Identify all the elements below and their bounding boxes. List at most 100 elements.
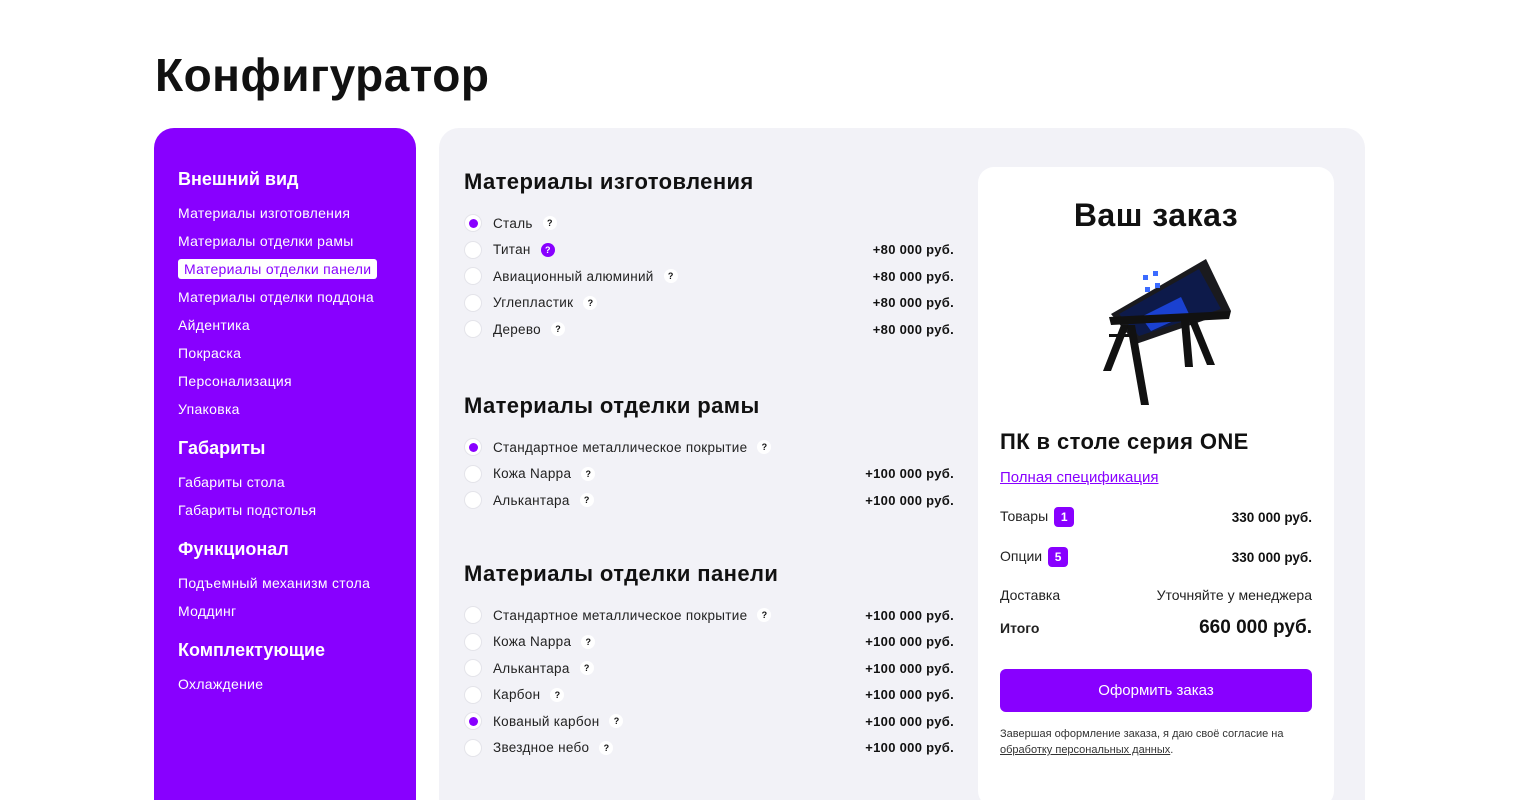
sidebar-item[interactable]: Материалы отделки рамы: [178, 227, 416, 255]
sidebar-item-label: Материалы отделки рамы: [178, 233, 354, 249]
option-label: Кованый карбон: [493, 713, 600, 729]
help-icon[interactable]: ?: [540, 242, 555, 257]
option-price: +100 000 руб.: [865, 466, 954, 482]
order-summary-card: Ваш заказ ПК в столе серия ONE Полная сп…: [978, 167, 1334, 800]
delivery-row: Доставка Уточняйте у менеджера: [1000, 587, 1312, 603]
option-price: +100 000 руб.: [865, 687, 954, 703]
options-value: 330 000 руб.: [1231, 549, 1312, 565]
option-price: +100 000 руб.: [865, 740, 954, 756]
radio-button[interactable]: [464, 659, 482, 678]
option-row[interactable]: Стандартное металлическое покрытие? +100 …: [464, 602, 954, 629]
sidebar-item-label: Материалы изготовления: [178, 205, 351, 221]
sidebar: Внешний вид Материалы изготовления Материа…: [154, 128, 416, 800]
help-icon[interactable]: ?: [579, 493, 594, 508]
sidebar-item[interactable]: Покраска: [178, 339, 416, 367]
sidebar-item-label: Габариты стола: [178, 474, 285, 490]
radio-button[interactable]: [464, 214, 482, 233]
help-icon[interactable]: ?: [757, 608, 772, 623]
personal-data-link[interactable]: обработку персональных данных: [1000, 744, 1170, 756]
radio-button[interactable]: [464, 491, 482, 510]
option-label: Кожа Nappa: [493, 634, 572, 650]
option-label: Дерево: [493, 321, 541, 337]
option-row[interactable]: Стандартное металлическое покрытие?: [464, 434, 954, 461]
option-row[interactable]: Кожа Nappa? +100 000 руб.: [464, 629, 954, 656]
help-icon[interactable]: ?: [550, 687, 565, 702]
radio-button[interactable]: [464, 632, 482, 651]
option-label: Титан: [493, 242, 531, 258]
option-label: Сталь: [493, 215, 533, 231]
delivery-value: Уточняйте у менеджера: [1156, 587, 1312, 603]
radio-button[interactable]: [464, 464, 482, 483]
option-price: +100 000 руб.: [865, 660, 954, 676]
option-label: Звездное небо: [493, 740, 590, 756]
help-icon[interactable]: ?: [757, 440, 772, 455]
option-row[interactable]: Титан? +80 000 руб.: [464, 237, 954, 264]
radio-button[interactable]: [464, 438, 482, 457]
help-icon[interactable]: ?: [663, 269, 678, 284]
sidebar-item[interactable]: Подъемный механизм стола: [178, 569, 416, 597]
option-row[interactable]: Кованый карбон? +100 000 руб.: [464, 708, 954, 735]
page-title: Конфигуратор: [155, 49, 490, 101]
sidebar-item[interactable]: Габариты подстолья: [178, 496, 416, 524]
radio-button[interactable]: [464, 240, 482, 259]
help-icon[interactable]: ?: [551, 322, 565, 337]
help-icon[interactable]: ?: [583, 295, 598, 310]
sidebar-item-label: Подъемный механизм стола: [178, 575, 371, 591]
option-row[interactable]: Карбон? +100 000 руб.: [464, 682, 954, 709]
sidebar-group: Комплектующие Охлаждение: [178, 639, 416, 698]
radio-button[interactable]: [464, 685, 482, 704]
option-row[interactable]: Авиационный алюминий? +80 000 руб.: [464, 263, 954, 290]
option-row[interactable]: Звездное небо? +100 000 руб.: [464, 735, 954, 762]
option-price: +100 000 руб.: [865, 634, 954, 650]
sidebar-item-label: Материалы отделки панели: [178, 259, 378, 279]
goods-count-badge: 1: [1054, 507, 1075, 527]
sidebar-item[interactable]: Охлаждение: [178, 670, 416, 698]
help-icon[interactable]: ?: [581, 634, 596, 649]
sidebar-item[interactable]: Моддинг: [178, 597, 416, 625]
help-icon[interactable]: ?: [599, 740, 614, 755]
sidebar-item[interactable]: Айдентика: [178, 311, 416, 339]
option-row[interactable]: Сталь?: [464, 210, 954, 237]
sidebar-item[interactable]: Габариты стола: [178, 468, 416, 496]
radio-button[interactable]: [464, 712, 482, 731]
sidebar-item[interactable]: Персонализация: [178, 367, 416, 395]
help-icon[interactable]: ?: [581, 466, 596, 481]
option-price: +80 000 руб.: [872, 242, 954, 258]
goods-label: Товары: [1000, 508, 1049, 524]
radio-button[interactable]: [464, 738, 482, 757]
consent-text: Завершая оформление заказа, я даю своё с…: [1000, 726, 1312, 758]
help-icon[interactable]: ?: [542, 216, 557, 231]
option-row[interactable]: Углепластик? +80 000 руб.: [464, 290, 954, 317]
delivery-label: Доставка: [1000, 587, 1061, 603]
sidebar-item-label: Моддинг: [178, 603, 237, 619]
sidebar-item[interactable]: Материалы отделки панели: [178, 255, 416, 283]
option-row[interactable]: Алькантара? +100 000 руб.: [464, 487, 954, 514]
consent-prefix: Завершая оформление заказа, я даю своё с…: [1000, 728, 1284, 740]
option-row[interactable]: Дерево? +80 000 руб.: [464, 316, 954, 343]
order-title: Ваш заказ: [1073, 197, 1239, 233]
section-panel-finish: Материалы отделки панели Стандартное мета…: [464, 560, 954, 761]
sidebar-item-label: Габариты подстолья: [178, 502, 317, 518]
total-label: Итого: [1000, 620, 1040, 636]
option-label: Алькантара: [493, 660, 570, 676]
sidebar-heading: Габариты: [178, 438, 266, 458]
full-spec-link[interactable]: Полная спецификация: [1000, 469, 1158, 486]
sidebar-heading: Функционал: [178, 539, 289, 559]
place-order-button[interactable]: Оформить заказ: [1000, 669, 1312, 712]
radio-button[interactable]: [464, 320, 482, 339]
radio-button[interactable]: [464, 267, 482, 286]
sidebar-item-label: Упаковка: [178, 401, 240, 417]
radio-button[interactable]: [464, 606, 482, 625]
radio-button[interactable]: [464, 293, 482, 312]
options-row: Опции 5 330 000 руб.: [1000, 547, 1312, 567]
option-row[interactable]: Кожа Nappa? +100 000 руб.: [464, 461, 954, 488]
option-label: Кожа Nappa: [493, 466, 572, 482]
sidebar-item[interactable]: Материалы отделки поддона: [178, 283, 416, 311]
help-icon[interactable]: ?: [579, 661, 594, 676]
sidebar-group: Габариты Габариты стола Габариты подстолья: [178, 437, 416, 524]
sidebar-item[interactable]: Материалы изготовления: [178, 199, 416, 227]
help-icon[interactable]: ?: [609, 714, 624, 729]
option-label: Карбон: [493, 687, 541, 703]
sidebar-item[interactable]: Упаковка: [178, 395, 416, 423]
option-row[interactable]: Алькантара? +100 000 руб.: [464, 655, 954, 682]
